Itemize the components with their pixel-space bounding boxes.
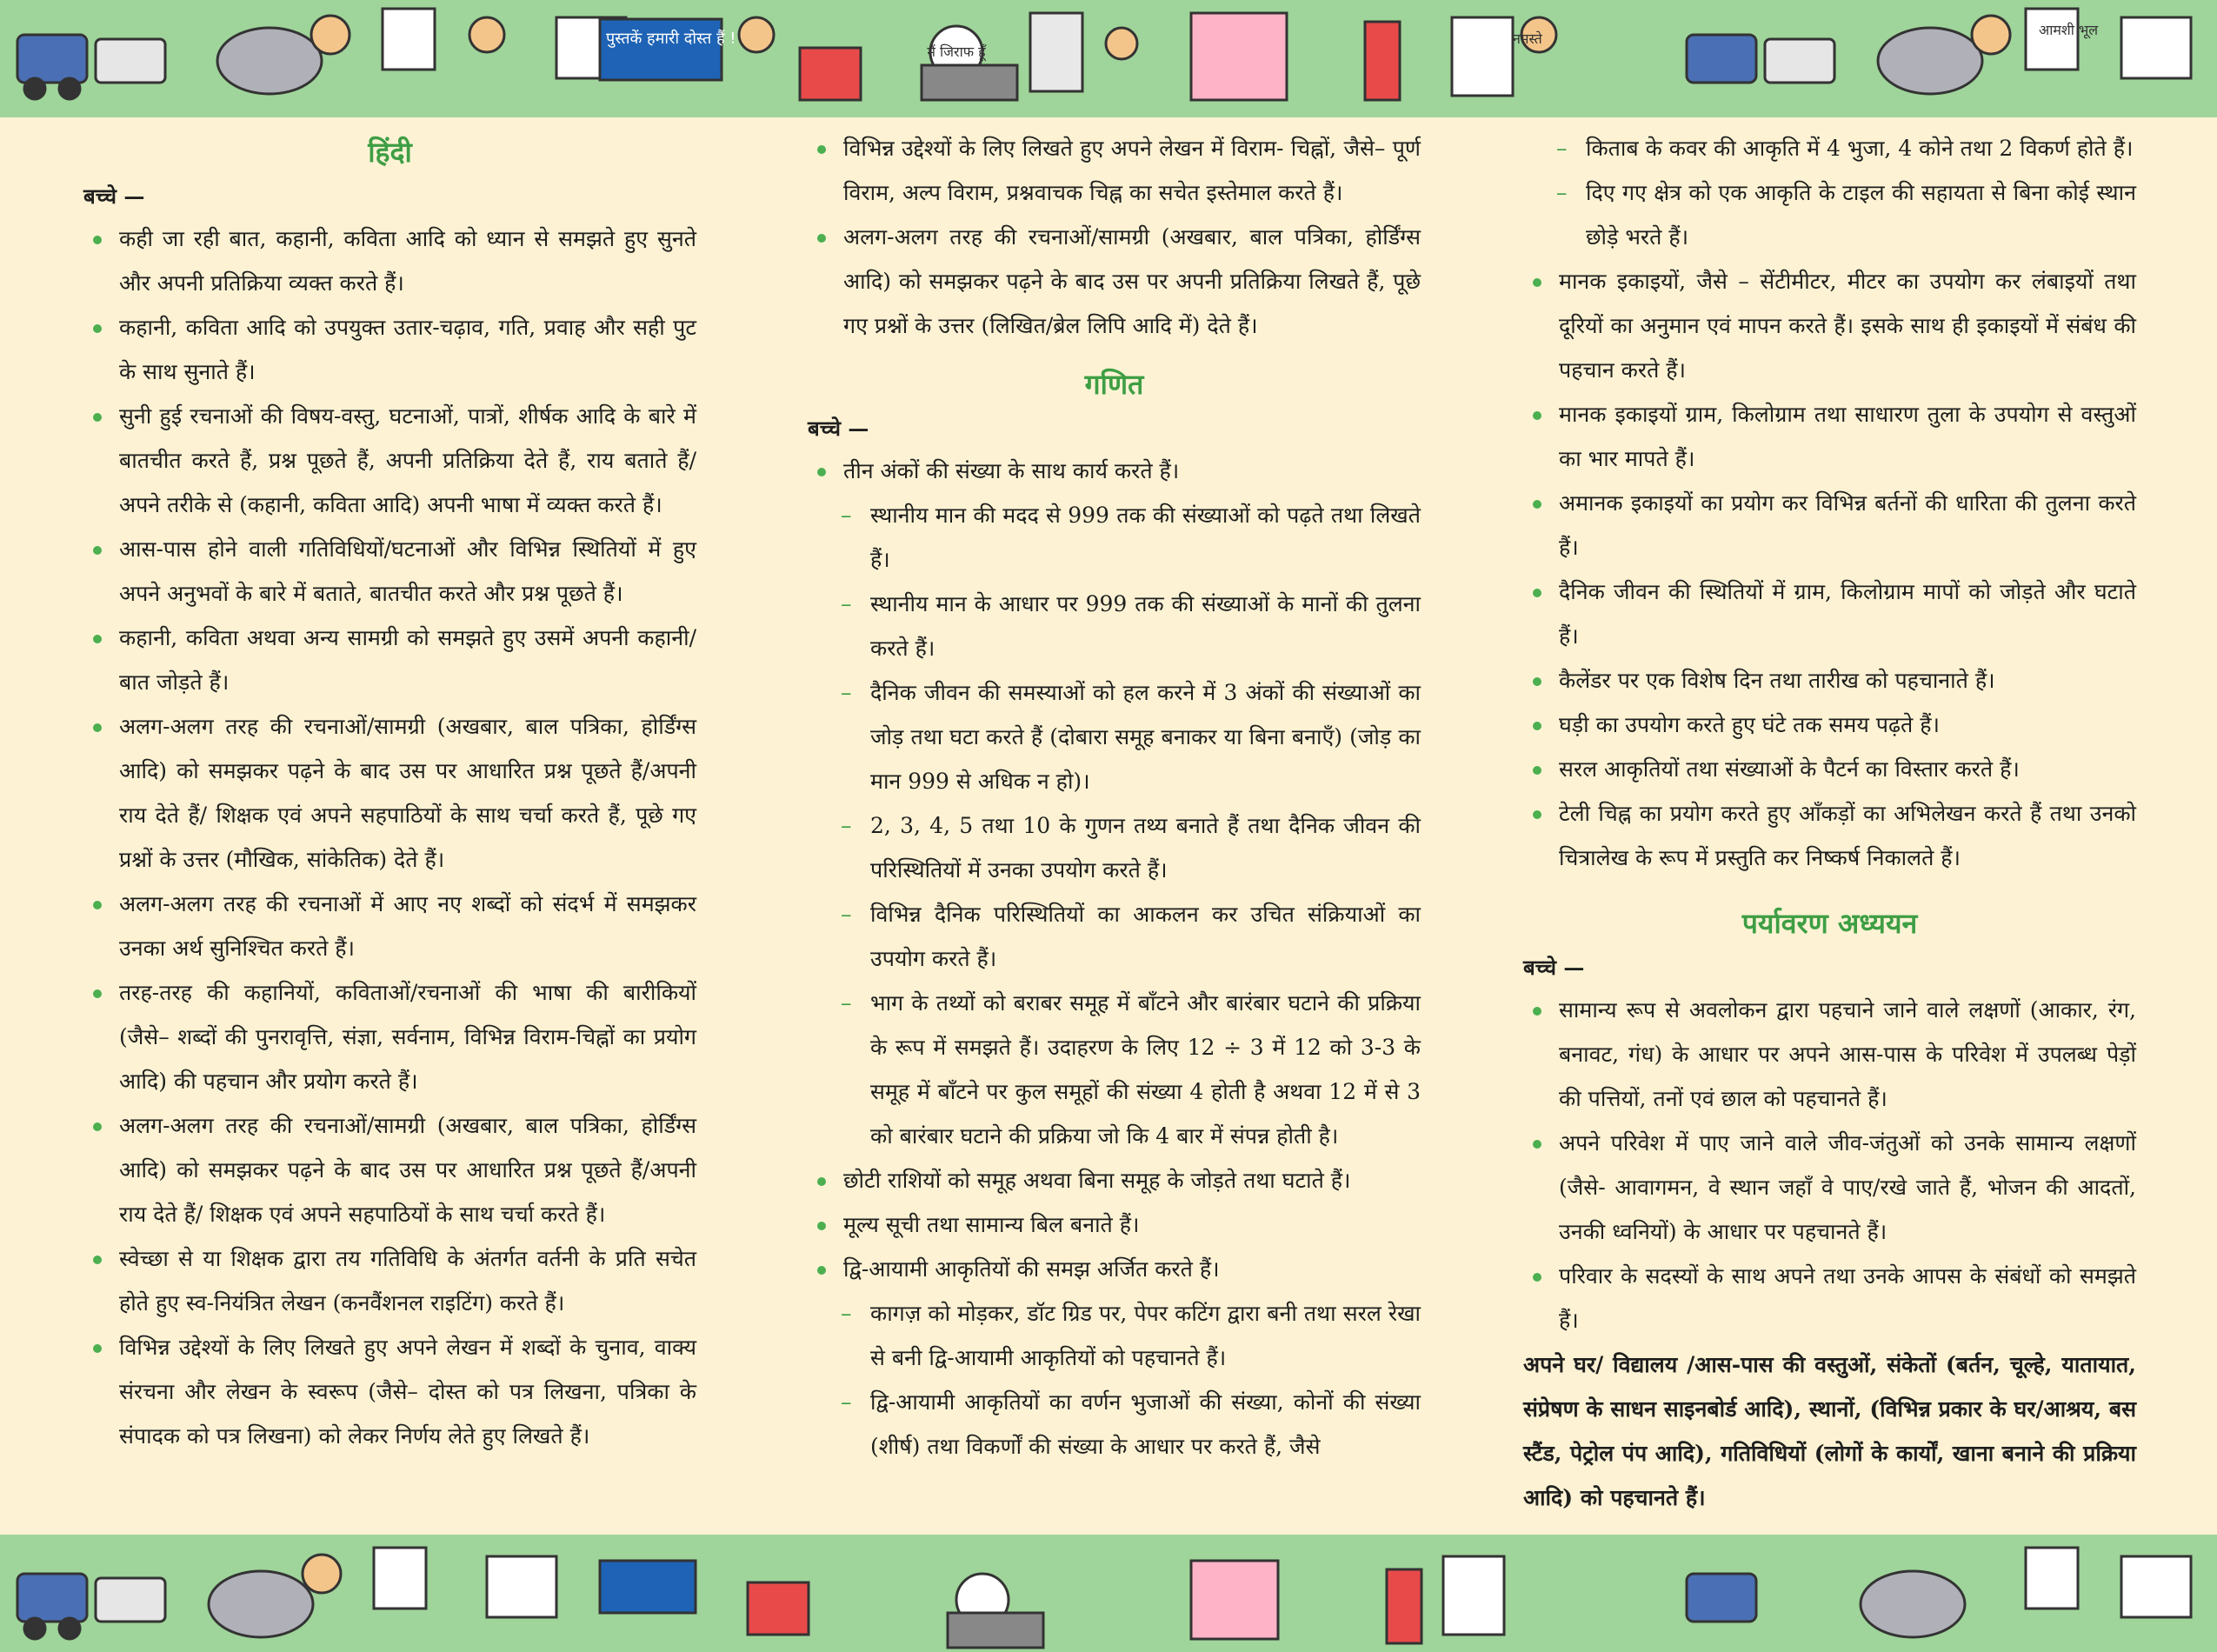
section-label: बच्चे — <box>1523 955 1585 980</box>
list-item: तरह-तरह की कहानियों, कविताओं/रचनाओं की भ… <box>83 970 696 1103</box>
section-label: बच्चे — <box>808 416 869 441</box>
sign-text: पुस्तकें हमारी दोस्त हैं ! <box>606 29 736 48</box>
list-item: स्वेच्छा से या शिक्षक द्वारा तय गतिविधि … <box>83 1236 696 1325</box>
list-item: सामान्य रूप से अवलोकन द्वारा पहचाने जाने… <box>1523 988 2136 1121</box>
maths-outcome-list-cont: किताब के कवर की आकृति में 4 भुजा, 4 कोने… <box>1523 126 2136 880</box>
hindi-outcome-list: कही जा रही बात, कहानी, कविता आदि को ध्या… <box>83 216 696 1458</box>
list-item: अलग-अलग तरह की रचनाओं/सामग्री (अखबार, बा… <box>808 215 1421 348</box>
hindi-outcome-list-cont: विभिन्न उद्देश्यों के लिए लिखते हुए अपने… <box>808 126 1421 348</box>
list-item: सरल आकृतियों तथा संख्याओं के पैटर्न का व… <box>1523 747 2136 791</box>
list-item: टेली चिह्न का प्रयोग करते हुए आँकड़ों का… <box>1523 791 2136 880</box>
column-evs: किताब के कवर की आकृति में 4 भुजा, 4 कोने… <box>1523 126 2136 1520</box>
list-item: अलग-अलग तरह की रचनाओं/सामग्री (अखबार, बा… <box>83 1103 696 1236</box>
list-item: विभिन्न उद्देश्यों के लिए लिखते हुए अपने… <box>808 126 1421 215</box>
list-item: अलग-अलग तरह की रचनाओं/सामग्री (अखबार, बा… <box>83 704 696 882</box>
list-item: घड़ी का उपयोग करते हुए घंटे तक समय पढ़ते… <box>1523 703 2136 747</box>
column-hindi: हिंदी बच्चे — कही जा रही बात, कहानी, कवि… <box>83 126 696 1458</box>
list-item: द्वि-आयामी आकृतियों की समझ अर्जित करते ह… <box>808 1247 1421 1291</box>
section-heading-maths: गणित <box>1084 368 1144 401</box>
list-item: अमानक इकाइयों का प्रयोग कर विभिन्न बर्तन… <box>1523 481 2136 570</box>
list-item: मानक इकाइयों ग्राम, किलोग्राम तथा साधारण… <box>1523 392 2136 481</box>
list-item: तीन अंकों की संख्या के साथ कार्य करते है… <box>808 449 1421 493</box>
list-subitem: स्थानीय मान की मदद से 999 तक की संख्याओं… <box>808 493 1421 582</box>
list-item: छोटी राशियों को समूह अथवा बिना समूह के ज… <box>808 1158 1421 1202</box>
evs-outcome-list: सामान्य रूप से अवलोकन द्वारा पहचाने जाने… <box>1523 988 2136 1342</box>
list-subitem: भाग के तथ्यों को बराबर समूह में बाँटने औ… <box>808 981 1421 1158</box>
sign-text: मैं जिराफ हूँ <box>927 43 987 62</box>
list-item: कहानी, कविता आदि को उपयुक्त उतार-चढ़ाव, … <box>83 305 696 394</box>
maths-outcome-list: तीन अंकों की संख्या के साथ कार्य करते है… <box>808 449 1421 1469</box>
top-illustration-band: पुस्तकें हमारी दोस्त हैं ! मैं जिराफ हूँ… <box>0 0 2217 117</box>
list-item: अपने परिवेश में पाए जाने वाले जीव-जंतुओं… <box>1523 1121 2136 1254</box>
column-maths: विभिन्न उद्देश्यों के लिए लिखते हुए अपने… <box>808 126 1421 1469</box>
section-heading-evs: पर्यावरण अध्ययन <box>1741 907 1918 940</box>
bottom-illustration-band <box>0 1535 2217 1652</box>
children-cartoon-illustration: पुस्तकें हमारी दोस्त हैं ! मैं जिराफ हूँ… <box>16 7 2193 102</box>
list-item: कहानी, कविता अथवा अन्य सामग्री को समझते … <box>83 616 696 704</box>
list-item: परिवार के सदस्यों के साथ अपने तथा उनके आ… <box>1523 1254 2136 1342</box>
list-subitem: दैनिक जीवन की समस्याओं को हल करने में 3 … <box>808 670 1421 803</box>
list-item: अलग-अलग तरह की रचनाओं में आए नए शब्दों क… <box>83 882 696 970</box>
children-cartoon-illustration <box>16 1546 2193 1649</box>
list-subitem: कागज़ को मोड़कर, डॉट ग्रिड पर, पेपर कटिं… <box>808 1291 1421 1380</box>
list-subitem: दिए गए क्षेत्र को एक आकृति के टाइल की सह… <box>1523 170 2136 259</box>
list-item: कही जा रही बात, कहानी, कविता आदि को ध्या… <box>83 216 696 305</box>
list-subitem: द्वि-आयामी आकृतियों का वर्णन भुजाओं की स… <box>808 1380 1421 1469</box>
list-item: आस-पास होने वाली गतिविधियों/घटनाओं और वि… <box>83 527 696 616</box>
sign-text: नमस्ते <box>1513 30 1543 47</box>
list-item: कैलेंडर पर एक विशेष दिन तथा तारीख को पहच… <box>1523 658 2136 703</box>
section-heading-hindi: हिंदी <box>368 136 412 169</box>
list-subitem: स्थानीय मान के आधार पर 999 तक की संख्याओ… <box>808 582 1421 670</box>
evs-closing-paragraph: अपने घर/ विद्यालय /आस-पास की वस्तुओं, सं… <box>1523 1352 2136 1510</box>
list-item: मूल्य सूची तथा सामान्य बिल बनाते हैं। <box>808 1202 1421 1247</box>
section-label: बच्चे — <box>83 183 145 209</box>
list-subitem: 2, 3, 4, 5 तथा 10 के गुणन तथ्य बनाते हैं… <box>808 803 1421 892</box>
sign-text: आमशी भूल <box>2039 22 2099 39</box>
list-item: दैनिक जीवन की स्थितियों में ग्राम, किलोग… <box>1523 570 2136 658</box>
list-item: विभिन्न उद्देश्यों के लिए लिखते हुए अपने… <box>83 1325 696 1458</box>
list-subitem: किताब के कवर की आकृति में 4 भुजा, 4 कोने… <box>1523 126 2136 170</box>
list-item: मानक इकाइयों, जैसे – सेंटीमीटर, मीटर का … <box>1523 259 2136 392</box>
list-item: सुनी हुई रचनाओं की विषय-वस्तु, घटनाओं, प… <box>83 394 696 527</box>
list-subitem: विभिन्न दैनिक परिस्थितियों का आकलन कर उच… <box>808 892 1421 981</box>
